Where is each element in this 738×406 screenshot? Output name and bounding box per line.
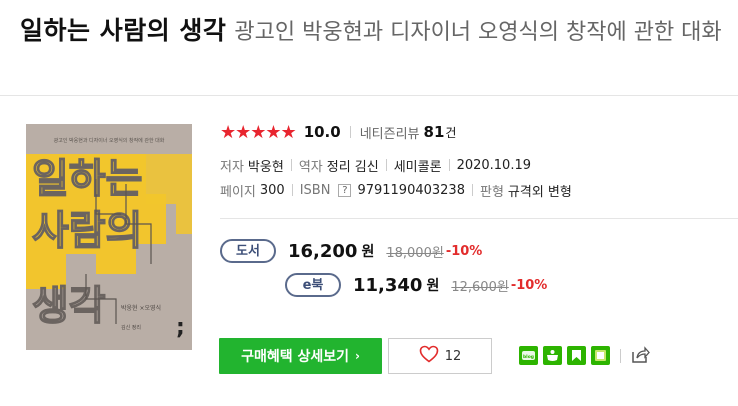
naver-blog-icon[interactable]: blog: [519, 346, 538, 365]
book-original-price: 18,000원: [386, 245, 444, 261]
author-link[interactable]: 박웅현: [248, 156, 284, 175]
translator-label: 역자: [298, 159, 323, 175]
spec-row: 페이지 300 ISBN ? 9791190403238 판형 규격외 변형: [220, 179, 572, 201]
book-title: 일하는 사람의 생각: [20, 16, 227, 45]
format-value: 규격외 변형: [507, 184, 572, 200]
chevron-right-icon: ›: [354, 349, 360, 363]
divider: [349, 126, 351, 138]
divider: [471, 184, 473, 196]
divider: [291, 184, 293, 196]
ebook-original-price: 12,600원: [451, 279, 509, 295]
help-icon[interactable]: ?: [338, 183, 352, 197]
svg-text:;: ;: [176, 315, 185, 340]
cover-bottom-text: 김신 정리: [121, 324, 141, 331]
divider: [220, 218, 738, 219]
netizen-review-unit: 건: [445, 125, 457, 140]
isbn-value: 9791190403238: [357, 182, 465, 198]
naver-cafe-icon[interactable]: [543, 346, 562, 365]
rating-score: 10.0: [303, 123, 341, 141]
format-label: 판형: [479, 184, 504, 200]
divider: [620, 349, 621, 363]
publisher-link[interactable]: 세미콜론: [394, 156, 442, 175]
book-badge[interactable]: 도서: [220, 239, 276, 263]
author-row: 저자 박웅현 역자 정리 김신 세미콜론 2020.10.19: [220, 154, 531, 176]
publish-date: 2020.10.19: [456, 157, 531, 173]
book-cover[interactable]: 광고인 박웅현과 디자이너 오영식의 창작에 관한 대화 일하는 사람의 생각 …: [26, 124, 192, 350]
book-subtitle: 광고인 박웅현과 디자이너 오영식의 창작에 관한 대화: [234, 20, 722, 45]
divider: [448, 159, 450, 171]
cover-top-text: 광고인 박웅현과 디자이너 오영식의 창작에 관한 대화: [54, 137, 165, 144]
like-button[interactable]: 12: [388, 338, 492, 374]
book-discount: -10%: [445, 243, 483, 259]
divider: [290, 159, 292, 171]
book-price-unit: 원: [361, 244, 375, 260]
ebook-price: 11,340: [353, 274, 423, 296]
ebook-price-row: e북 11,340 원 12,600원 -10%: [285, 273, 547, 297]
pages-label: 페이지: [220, 184, 256, 200]
book-price-row: 도서 16,200 원 18,000원 -10%: [220, 239, 482, 263]
author-label: 저자: [220, 159, 244, 175]
rating-row: ★★★★★ 10.0 네티즌리뷰 81 건: [220, 120, 456, 144]
divider: [0, 95, 738, 96]
page-title-block: 일하는 사람의 생각 광고인 박웅현과 디자이너 오영식의 창작에 관한 대화: [20, 14, 735, 51]
book-cover-art: 광고인 박웅현과 디자이너 오영식의 창작에 관한 대화 일하는 사람의 생각 …: [26, 124, 192, 350]
netizen-review-link[interactable]: 네티즌리뷰: [360, 123, 420, 142]
ebook-price-unit: 원: [426, 278, 440, 294]
cover-title-line-3: 생각: [32, 283, 106, 329]
purchase-benefit-button[interactable]: 구매혜택 상세보기 ›: [219, 338, 382, 374]
heart-icon: [419, 345, 439, 367]
netizen-review-count[interactable]: 81: [424, 123, 445, 141]
divider: [385, 159, 387, 171]
like-count: 12: [444, 348, 462, 364]
ebook-badge[interactable]: e북: [285, 273, 341, 297]
isbn-label: ISBN: [299, 182, 331, 198]
naver-post-icon[interactable]: [567, 346, 586, 365]
translator-link[interactable]: 정리 김신: [327, 156, 379, 175]
purchase-benefit-label: 구매혜택 상세보기: [241, 349, 349, 365]
share-more-icon[interactable]: [629, 344, 651, 366]
cover-authors: 박웅현 ×오영식: [121, 304, 161, 312]
book-price: 16,200: [288, 240, 358, 262]
rating-stars: ★★★★★: [220, 121, 297, 143]
pages-value: 300: [259, 182, 285, 198]
ebook-discount: -10%: [510, 277, 548, 293]
band-icon[interactable]: [591, 346, 610, 365]
naver-blog-text: blog: [523, 354, 534, 360]
